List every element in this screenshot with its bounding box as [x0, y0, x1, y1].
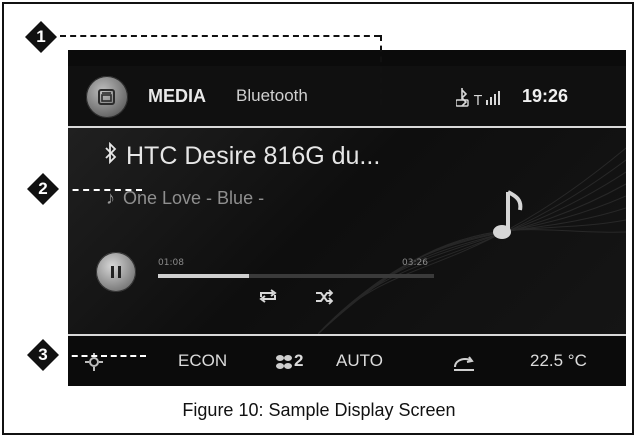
temperature[interactable]: 22.5 °C	[530, 351, 587, 371]
device-name: HTC Desire 816G du...	[126, 142, 381, 170]
climate-bar: ECON 2 AUTO 22.5 °C	[68, 336, 626, 386]
progress-fill	[158, 274, 250, 278]
status-icons: T	[455, 86, 516, 109]
figure-caption: Figure 10: Sample Display Screen	[182, 400, 456, 420]
bluetooth-icon	[102, 141, 120, 170]
clock: 19:26	[522, 86, 569, 106]
callout-1: 1	[24, 20, 58, 54]
infotainment-screen: MEDIA Bluetooth T 19:26 HTC Desire 816G …	[68, 50, 626, 386]
media-player: HTC Desire 816G du... ♪ One Love - Blue -…	[68, 128, 626, 334]
fan-level[interactable]: 2	[294, 351, 303, 371]
album-art-music-note-icon	[493, 190, 523, 239]
bluetooth-icon: T	[455, 88, 500, 109]
page-title: MEDIA	[148, 86, 206, 106]
device-name-row: HTC Desire 816G du...	[102, 141, 381, 171]
signal-strength-icon: T	[473, 91, 500, 109]
media-source-icon[interactable]	[86, 76, 128, 118]
elapsed-time: 01:08	[158, 258, 184, 268]
callout-3: 3	[26, 338, 60, 372]
shuffle-icon[interactable]	[314, 289, 334, 305]
pause-icon	[111, 266, 114, 278]
media-source-label[interactable]: Bluetooth	[236, 86, 308, 106]
status-header: MEDIA Bluetooth T 19:26	[68, 66, 626, 126]
fan-icon	[276, 355, 292, 369]
song-title: One Love - Blue -	[123, 188, 265, 208]
repeat-icon[interactable]	[258, 288, 278, 304]
callout-2: 2	[26, 172, 60, 206]
pause-button[interactable]	[96, 252, 136, 292]
auto-climate[interactable]: AUTO	[336, 351, 383, 371]
callout-3-leader	[62, 355, 146, 357]
callout-1-leader	[60, 35, 380, 37]
callout-2-leader	[62, 189, 142, 191]
total-time: 03:26	[402, 258, 428, 268]
econ-mode[interactable]: ECON	[178, 351, 227, 371]
song-row: ♪ One Love - Blue -	[106, 188, 264, 209]
svg-text:T: T	[473, 94, 482, 108]
music-note-icon: ♪	[106, 188, 115, 208]
progress-bar[interactable]	[158, 274, 434, 278]
callout-1-leader	[380, 35, 382, 105]
air-recirculation-icon[interactable]	[452, 353, 476, 373]
